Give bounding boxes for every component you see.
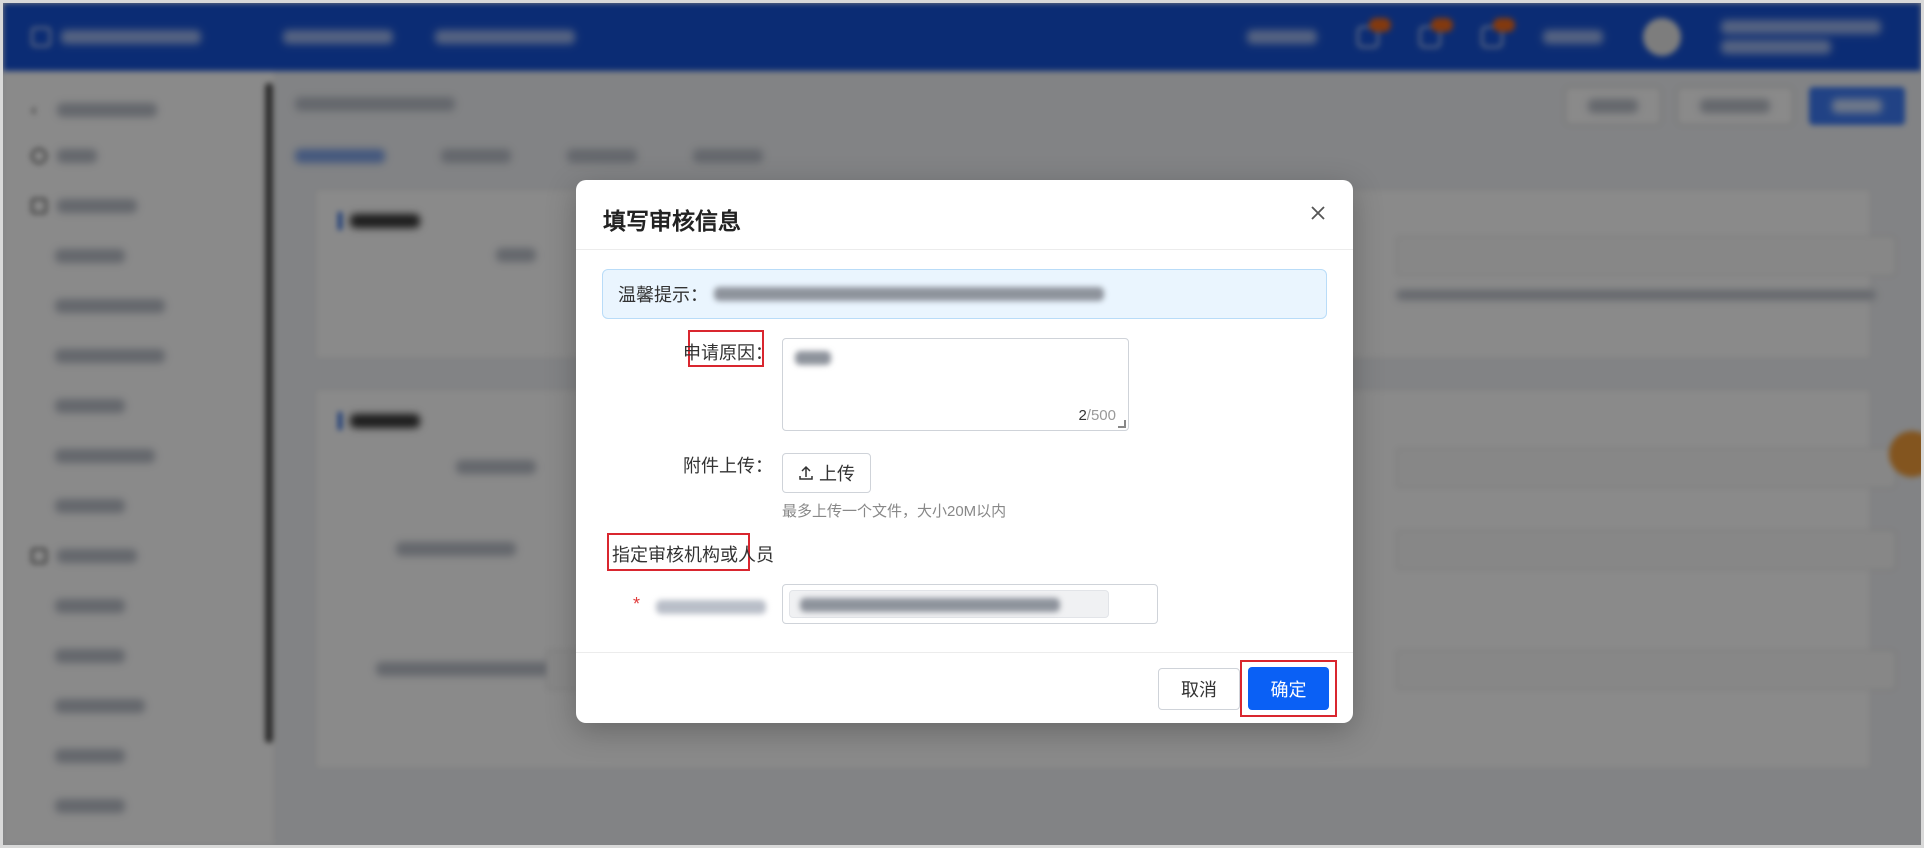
cancel-button[interactable]: 取消 bbox=[1158, 668, 1240, 710]
resize-handle[interactable] bbox=[1118, 420, 1126, 428]
attachment-label: 附件上传： bbox=[683, 456, 773, 476]
dialog-title: 填写审核信息 bbox=[603, 208, 741, 234]
reason-char-count: 2/500 bbox=[1078, 407, 1116, 424]
selected-reviewer-tag[interactable] bbox=[789, 590, 1109, 618]
tip-content-redacted bbox=[714, 287, 1104, 301]
upload-button-label: 上传 bbox=[819, 464, 855, 484]
tip-banner: 温馨提示： bbox=[602, 269, 1327, 319]
close-button[interactable] bbox=[1303, 198, 1333, 228]
review-info-dialog: 填写审核信息 温馨提示： 申请原因： 2/500 附件上传： 上传 最多上传一个… bbox=[576, 180, 1353, 723]
ok-button[interactable]: 确定 bbox=[1248, 667, 1329, 710]
reason-label: 申请原因： bbox=[683, 343, 773, 363]
selected-reviewer-redacted bbox=[800, 598, 1060, 612]
dialog-header: 填写审核信息 bbox=[576, 180, 1353, 250]
required-mark: * bbox=[633, 594, 641, 614]
reviewer-select[interactable] bbox=[782, 584, 1158, 624]
screen: ‹ 填写审核信息 温馨提示： 申请原因： 2/500 附件上传： 上传 最多上传… bbox=[0, 0, 1924, 848]
upload-hint: 最多上传一个文件，大小20M以内 bbox=[782, 503, 1007, 520]
reason-textarea[interactable]: 2/500 bbox=[782, 338, 1129, 431]
tip-label: 温馨提示： bbox=[618, 285, 708, 305]
upload-icon bbox=[799, 465, 813, 480]
reason-text-redacted bbox=[795, 351, 831, 365]
reviewer-field-label-redacted bbox=[656, 600, 766, 614]
designate-label: 指定审核机构或人员 bbox=[612, 545, 774, 565]
upload-button[interactable]: 上传 bbox=[782, 453, 871, 493]
close-icon bbox=[1311, 206, 1325, 220]
